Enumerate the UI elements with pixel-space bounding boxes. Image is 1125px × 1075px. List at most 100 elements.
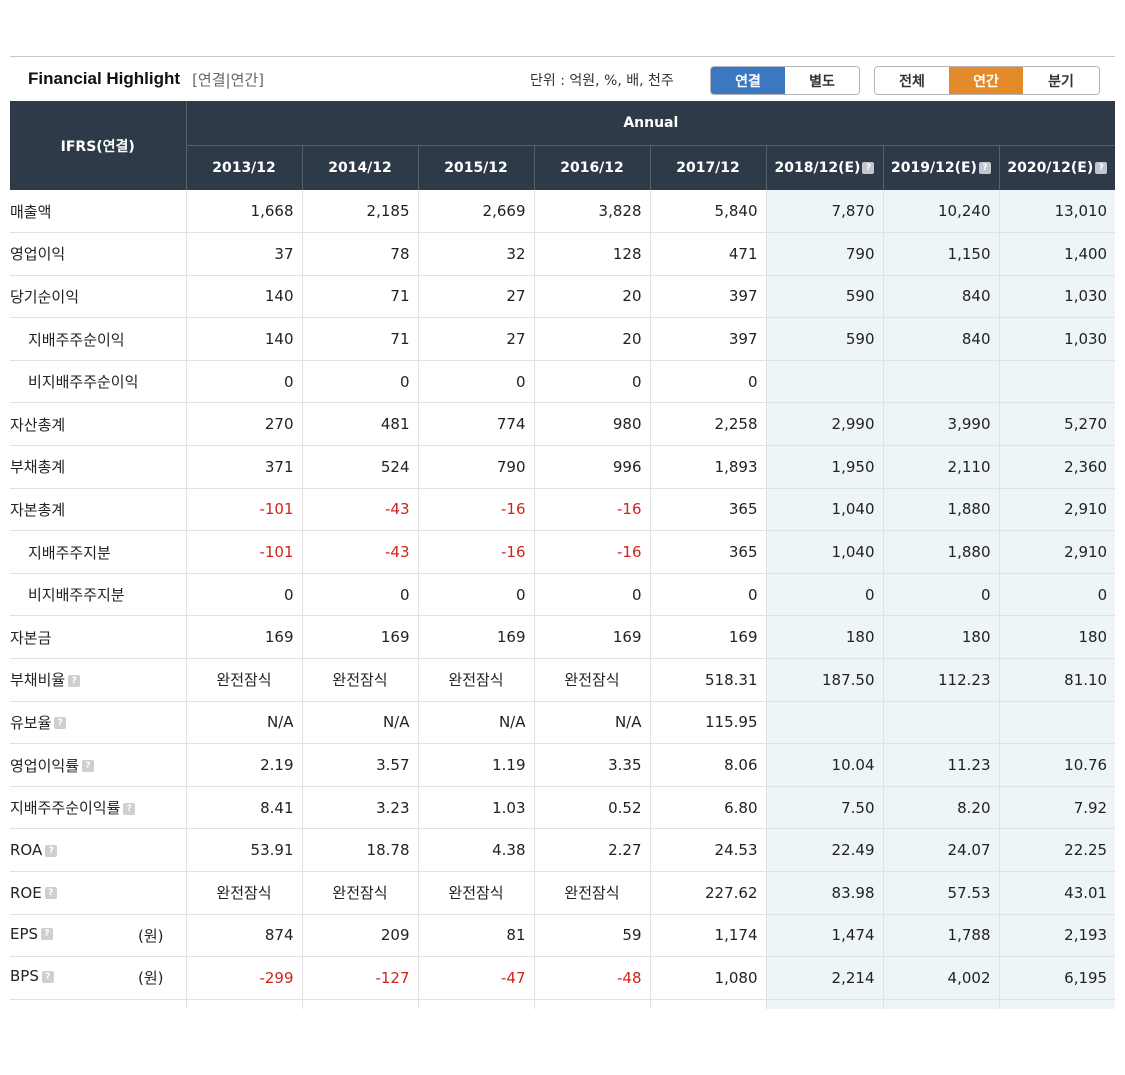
table-cell: 524 — [301, 445, 418, 489]
table-cell: 10.76 — [998, 743, 1116, 787]
table-cell: 2.27 — [533, 828, 650, 872]
table-row: BPS? (원) -299 -127 -47 -48 1,080 2,214 4,002 6,19… — [10, 956, 1116, 1000]
table-cell: 완전잠식 — [533, 658, 650, 702]
table-cell: 518.31 — [649, 658, 766, 702]
column-header: 2019/12(E)? — [882, 145, 999, 190]
column-header: 2016/12 — [533, 145, 650, 190]
all-button[interactable]: 전체 — [875, 67, 949, 94]
table-cell: 481 — [301, 402, 418, 447]
help-icon[interactable]: ? — [54, 717, 67, 730]
table-cell: 180 — [998, 615, 1116, 660]
table-cell: 22.49 — [765, 828, 883, 872]
table-cell: 227.62 — [649, 871, 766, 915]
table-cell: 59 — [533, 914, 650, 958]
table-cell: 18.78 — [301, 828, 418, 872]
table-cell — [882, 999, 999, 1010]
help-icon[interactable]: ? — [45, 844, 58, 857]
help-icon[interactable]: ? — [862, 162, 875, 174]
table-cell: 5,270 — [998, 402, 1116, 447]
table-cell: 3,990 — [882, 402, 999, 447]
table-cell — [10, 999, 186, 1009]
table-cell: 140 — [185, 275, 302, 319]
table-cell: 774 — [417, 402, 534, 447]
help-icon[interactable]: ? — [41, 970, 54, 983]
row-label: 비지배주주지분 — [10, 573, 186, 617]
help-icon[interactable]: ? — [978, 162, 991, 174]
annual-button[interactable]: 연간 — [949, 67, 1023, 94]
help-icon[interactable]: ? — [1095, 162, 1108, 174]
table-cell: 1.19 — [417, 743, 534, 787]
table-cell: -127 — [301, 956, 418, 1000]
table-cell: 24.53 — [649, 828, 766, 872]
table-cell: 365 — [649, 488, 766, 532]
table-cell: 7,870 — [765, 190, 883, 234]
table-cell — [882, 360, 999, 404]
table-cell: 790 — [417, 445, 534, 489]
table-cell: 10,240 — [882, 190, 999, 234]
table-cell: 2.19 — [185, 743, 302, 787]
table-cell: 169 — [185, 615, 302, 660]
table-cell: 20 — [533, 317, 650, 361]
help-icon[interactable]: ? — [44, 887, 57, 900]
row-label: ROE? — [10, 871, 186, 915]
table-cell: 0 — [649, 573, 766, 617]
panel-title: Financial Highlight — [28, 69, 181, 88]
table-cell: 996 — [533, 445, 650, 489]
column-header: 2014/12 — [301, 145, 418, 190]
table-cell: 8.41 — [185, 786, 302, 830]
table-row: 영업이익 37 78 32 128 471 790 1,150 1,400 — [10, 232, 1116, 276]
quarter-button[interactable]: 분기 — [1023, 67, 1099, 94]
table-cell: -101 — [185, 488, 302, 532]
table-cell: 2,360 — [998, 445, 1116, 489]
table-cell: 1,788 — [882, 914, 999, 958]
table-cell: 27 — [417, 275, 534, 319]
table-cell: 8.20 — [882, 786, 999, 830]
row-label: 매출액 — [10, 190, 186, 234]
table-cell: -48 — [533, 956, 650, 1000]
column-header: 2020/12(E)? — [998, 145, 1116, 190]
table-cell: 3.57 — [301, 743, 418, 787]
table-row: 부채총계 371 524 790 996 1,893 1,950 2,110 2,360 — [10, 445, 1116, 489]
table-cell: 590 — [765, 317, 883, 361]
table-cell: 1,080 — [649, 956, 766, 1000]
table-cell — [765, 999, 883, 1010]
help-icon[interactable]: ? — [41, 928, 54, 941]
help-icon[interactable]: ? — [82, 760, 95, 773]
table-cell: 1,150 — [882, 232, 999, 276]
table-cell: 10.04 — [765, 743, 883, 787]
table-cell: 2,214 — [765, 956, 883, 1000]
column-header: 2013/12 — [185, 145, 302, 190]
table-cell: 128 — [533, 232, 650, 276]
table-cell: 169 — [301, 615, 418, 660]
table-row: 자본금 169 169 169 169 169 180 180 180 — [10, 615, 1116, 660]
separate-button[interactable]: 별도 — [785, 67, 859, 94]
table-cell: 209 — [301, 914, 418, 958]
table-row: 영업이익률? 2.19 3.57 1.19 3.35 8.06 10.04 11.23 10.7… — [10, 743, 1116, 787]
row-label: 자본총계 — [10, 488, 186, 532]
table-cell: 11.23 — [882, 743, 999, 787]
table-cell: 2,910 — [998, 488, 1116, 532]
table-cell: 3,828 — [533, 190, 650, 234]
table-cell: 1,030 — [998, 317, 1116, 361]
help-icon[interactable]: ? — [123, 802, 136, 815]
row-unit: (원) — [137, 969, 164, 988]
table-cell: 7.92 — [998, 786, 1116, 830]
consolidated-button[interactable]: 연결 — [711, 67, 785, 94]
table-row: EPS? (원) 874 209 81 59 1,174 1,474 1,788 2,193 — [10, 914, 1116, 958]
table-cell: 371 — [185, 445, 302, 489]
column-header: 2015/12 — [417, 145, 534, 190]
table-cell: 4.38 — [417, 828, 534, 872]
row-label: 비지배주주순이익 — [10, 360, 186, 404]
table-cell: 1.03 — [417, 786, 534, 830]
table-row: 지배주주지분 -101 -43 -16 -16 365 1,040 1,880 2,910 — [10, 530, 1116, 574]
table-cell: -43 — [301, 530, 418, 574]
table-cell: 1,400 — [998, 232, 1116, 276]
help-icon[interactable]: ? — [68, 674, 81, 687]
table-cell: 0 — [533, 360, 650, 404]
table-cell: 1,040 — [765, 488, 883, 532]
table-cell: 471 — [649, 232, 766, 276]
table-cell — [765, 701, 883, 745]
table-cell: 0 — [301, 573, 418, 617]
table-cell: 2,185 — [301, 190, 418, 234]
row-unit: (원) — [137, 926, 164, 945]
